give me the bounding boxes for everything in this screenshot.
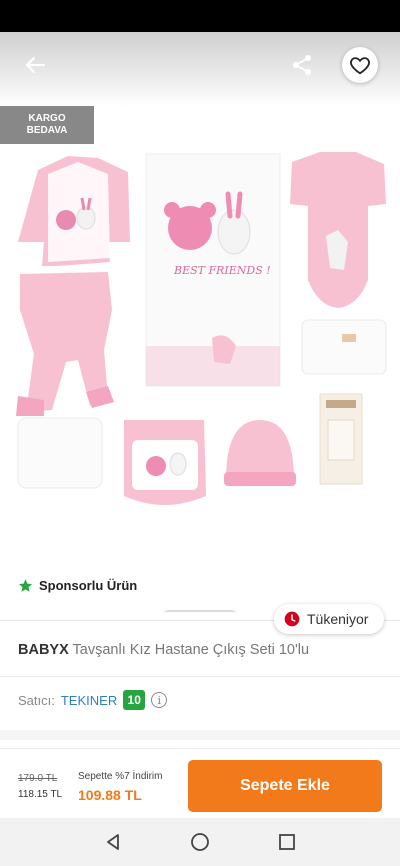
free-shipping-badge: KARGO BEDAVA bbox=[0, 106, 94, 144]
seller-score-badge: 10 bbox=[123, 690, 146, 710]
share-icon bbox=[293, 55, 311, 75]
purchase-bar: 179.0 TL 118.15 TL Sepette %7 İndirim 10… bbox=[0, 748, 400, 818]
basket-discount-label: Sepette %7 İndirim bbox=[78, 771, 163, 782]
seller-label: Satıcı: bbox=[18, 692, 55, 708]
seller-link[interactable]: TEKINER bbox=[61, 693, 117, 708]
low-stock-text: Tükeniyor bbox=[307, 611, 369, 627]
divider bbox=[0, 676, 400, 677]
image-pager[interactable] bbox=[157, 610, 243, 612]
status-bar bbox=[0, 0, 400, 32]
product-image: BEST FRIENDS ! bbox=[16, 152, 387, 505]
free-shipping-line2: BEDAVA bbox=[26, 125, 68, 136]
sponsored-label: Sponsorlu Ürün bbox=[18, 578, 137, 593]
svg-text:BEST FRIENDS !: BEST FRIENDS ! bbox=[173, 264, 271, 277]
product-brand[interactable]: BABYX bbox=[18, 642, 69, 658]
old-price: 179.0 TL bbox=[18, 773, 58, 784]
info-icon[interactable]: i bbox=[151, 692, 168, 708]
heart-outline-icon bbox=[350, 57, 370, 75]
clock-icon bbox=[284, 611, 300, 627]
nav-back-icon[interactable] bbox=[104, 833, 122, 851]
nav-home-icon[interactable] bbox=[190, 832, 210, 852]
nav-recents-icon[interactable] bbox=[278, 833, 296, 851]
favorite-button[interactable] bbox=[342, 47, 378, 83]
share-button[interactable] bbox=[285, 50, 319, 80]
sale-price: 118.15 TL bbox=[18, 789, 63, 800]
star-icon bbox=[18, 579, 33, 592]
low-stock-badge: Tükeniyor bbox=[274, 604, 384, 634]
free-shipping-line1: KARGO bbox=[28, 113, 66, 124]
system-nav-bar bbox=[0, 818, 400, 866]
product-title: BABYX Tavşanlı Kız Hastane Çıkış Seti 10… bbox=[18, 642, 388, 658]
product-name: Tavşanlı Kız Hastane Çıkış Seti 10'lu bbox=[72, 642, 310, 658]
product-gallery[interactable]: KARGO BEDAVA BEST FRIENDS ! Sponsorlu Ür… bbox=[0, 32, 400, 612]
add-to-cart-button[interactable]: Sepete Ekle bbox=[188, 760, 382, 812]
final-price: 109.88 TL bbox=[78, 787, 142, 803]
arrow-left-icon bbox=[25, 56, 46, 74]
section-divider bbox=[0, 730, 400, 740]
seller-row: Satıcı: TEKINER 10 i bbox=[18, 690, 168, 710]
sponsored-text: Sponsorlu Ürün bbox=[39, 578, 138, 593]
header-gradient bbox=[0, 32, 400, 107]
back-button[interactable] bbox=[18, 50, 52, 80]
